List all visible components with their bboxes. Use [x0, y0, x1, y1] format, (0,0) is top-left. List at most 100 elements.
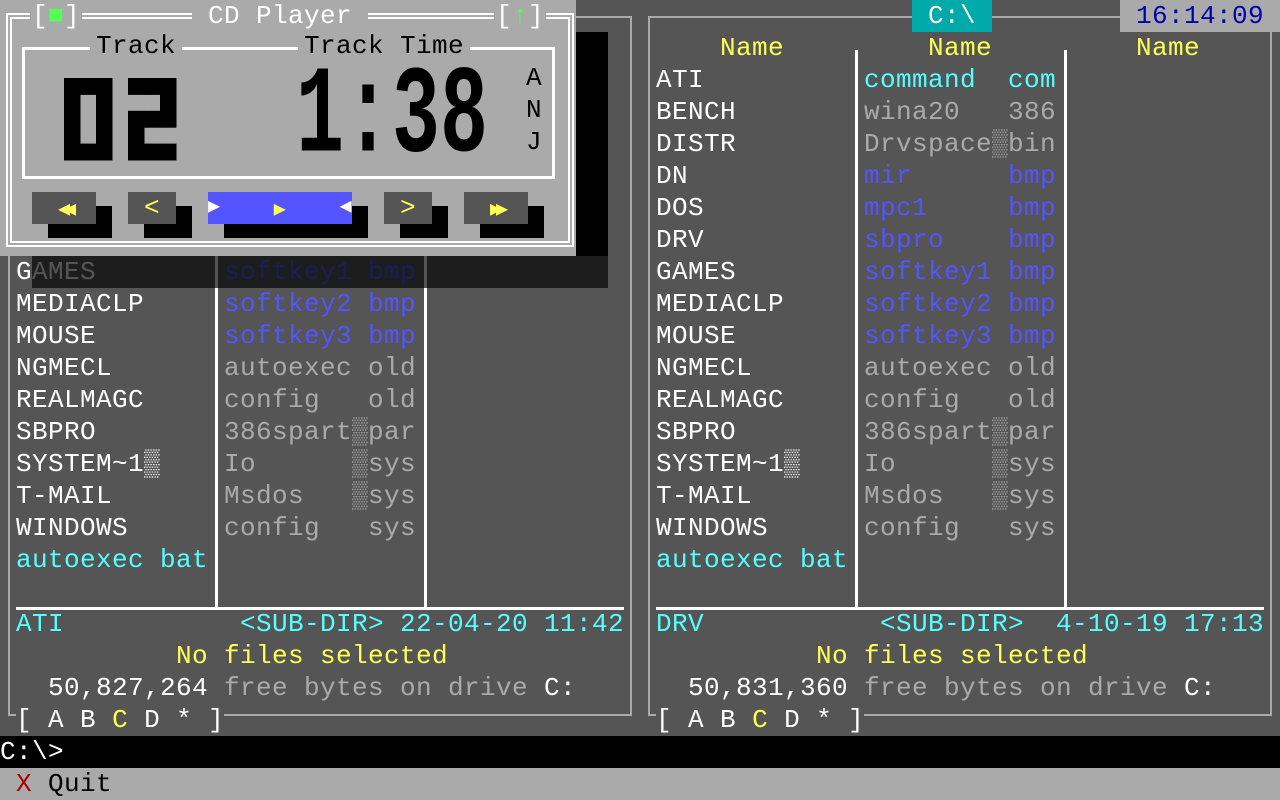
info-type: <SUB-DIR> — [240, 609, 385, 639]
file-item[interactable]: SBPRO — [16, 416, 96, 448]
chevron-left-icon: < — [143, 193, 160, 223]
file-item[interactable]: DN — [656, 160, 688, 192]
info-date: 22-04-20 — [400, 609, 529, 639]
file-item[interactable]: ATI — [656, 64, 704, 96]
file-item[interactable]: sbpro bmp — [864, 224, 1056, 256]
file-item[interactable]: Io ▒sys — [224, 448, 416, 480]
drive-selector: [ A B C D * ] — [16, 704, 225, 736]
file-item[interactable]: Msdos ▒sys — [224, 480, 416, 512]
drive-a[interactable]: A — [688, 705, 704, 735]
drive-network[interactable]: * — [816, 705, 832, 735]
file-item[interactable]: MEDIACLP — [16, 288, 144, 320]
file-item[interactable]: SBPRO — [656, 416, 736, 448]
drive-b[interactable]: B — [80, 705, 96, 735]
file-item[interactable]: autoexec old — [224, 352, 416, 384]
file-item[interactable]: T-MAIL — [16, 480, 112, 512]
drive-d[interactable]: D — [144, 705, 160, 735]
chevron-right-icon: > — [399, 193, 416, 223]
file-item[interactable]: DISTR — [656, 128, 736, 160]
mode-j[interactable]: J — [526, 126, 542, 158]
fast-forward-button[interactable]: ▶▶ — [464, 192, 528, 224]
file-item[interactable]: autoexec bat — [16, 544, 208, 576]
bracket-right-icon: ◀ — [339, 196, 352, 219]
file-item[interactable]: GAMES — [656, 256, 736, 288]
selection-status: No files selected — [176, 641, 449, 671]
previous-track-button[interactable]: < — [128, 192, 176, 224]
file-item[interactable]: wina20 386 — [864, 96, 1056, 128]
file-item[interactable]: MOUSE — [656, 320, 736, 352]
column-divider — [1064, 50, 1067, 608]
file-item[interactable]: Io ▒sys — [864, 448, 1056, 480]
column-header-name: Name — [928, 33, 993, 63]
drive-a[interactable]: A — [48, 705, 64, 735]
window-shadow — [32, 256, 608, 288]
bottom-bar: X Quit — [0, 768, 1280, 800]
file-item[interactable]: softkey2 bmp — [864, 288, 1056, 320]
file-item[interactable]: command com — [864, 64, 1056, 96]
file-item[interactable]: config sys — [224, 512, 416, 544]
cd-player-window[interactable]: [■] CD Player [↑] Track Track Time 1:38 … — [0, 0, 576, 256]
bracket-left-icon: ▶ — [208, 196, 221, 219]
track-digit — [64, 78, 113, 161]
file-item[interactable]: mir bmp — [864, 160, 1056, 192]
info-name: ATI — [16, 609, 65, 639]
file-item[interactable]: BENCH — [656, 96, 736, 128]
file-item[interactable]: softkey3 bmp — [224, 320, 416, 352]
free-bytes-value: 50,831,360 — [688, 673, 849, 703]
free-bytes-value: 50,827,264 — [48, 673, 209, 703]
file-item[interactable]: softkey1 bmp — [864, 256, 1056, 288]
free-bytes-label: free bytes on drive — [864, 673, 1169, 703]
file-item[interactable]: config sys — [864, 512, 1056, 544]
command-line[interactable]: C:\> — [0, 736, 1280, 768]
file-item[interactable]: mpc1 bmp — [864, 192, 1056, 224]
file-item[interactable]: SYSTEM~1▒ — [656, 448, 800, 480]
drive-selector: [ A B C D * ] — [656, 704, 865, 736]
column-header-name: Name — [720, 33, 785, 63]
file-item[interactable]: autoexec old — [864, 352, 1056, 384]
file-item[interactable]: MOUSE — [16, 320, 96, 352]
drive-c[interactable]: C — [752, 705, 768, 735]
file-item[interactable]: REALMAGC — [656, 384, 784, 416]
file-item[interactable]: WINDOWS — [656, 512, 768, 544]
rewind-icon: ◀◀ — [57, 199, 76, 222]
info-name: DRV — [656, 609, 705, 639]
file-item[interactable]: DRV — [656, 224, 704, 256]
current-path-tag: C:\ — [912, 0, 992, 32]
file-item[interactable]: softkey2 bmp — [224, 288, 416, 320]
free-bytes-label: free bytes on drive — [224, 673, 529, 703]
file-item[interactable]: REALMAGC — [16, 384, 144, 416]
drive-d[interactable]: D — [784, 705, 800, 735]
file-item[interactable]: WINDOWS — [16, 512, 128, 544]
quit-label: Quit — [48, 769, 113, 799]
mode-n[interactable]: N — [526, 94, 542, 126]
file-item[interactable]: autoexec bat — [656, 544, 848, 576]
drive-c[interactable]: C — [112, 705, 128, 735]
drive-network[interactable]: * — [176, 705, 192, 735]
column-divider — [855, 50, 858, 608]
file-item[interactable]: NGMECL — [656, 352, 752, 384]
file-item[interactable]: MEDIACLP — [656, 288, 784, 320]
quit-hotkey: X — [16, 769, 33, 799]
file-item[interactable]: 386spart▒par — [224, 416, 416, 448]
selection-status: No files selected — [816, 641, 1089, 671]
file-item[interactable]: DOS — [656, 192, 704, 224]
file-item[interactable]: Msdos ▒sys — [864, 480, 1056, 512]
next-track-button[interactable]: > — [384, 192, 432, 224]
file-item[interactable]: config old — [224, 384, 416, 416]
quit-button[interactable]: X Quit — [16, 769, 112, 799]
file-item[interactable]: T-MAIL — [656, 480, 752, 512]
file-item[interactable]: NGMECL — [16, 352, 112, 384]
file-item[interactable]: config old — [864, 384, 1056, 416]
track-digit — [128, 78, 177, 161]
window-shadow — [576, 32, 608, 256]
info-type: <SUB-DIR> — [880, 609, 1025, 639]
mode-a[interactable]: A — [526, 62, 542, 94]
file-item[interactable]: SYSTEM~1▒ — [16, 448, 160, 480]
play-button[interactable]: ▶ ▶ ◀ — [208, 192, 352, 224]
file-item[interactable]: 386spart▒par — [864, 416, 1056, 448]
file-item[interactable]: softkey3 bmp — [864, 320, 1056, 352]
drive-b[interactable]: B — [720, 705, 736, 735]
file-item[interactable]: Drvspace▒bin — [864, 128, 1056, 160]
drive-label: C: — [1184, 673, 1217, 703]
rewind-button[interactable]: ◀◀ — [32, 192, 96, 224]
